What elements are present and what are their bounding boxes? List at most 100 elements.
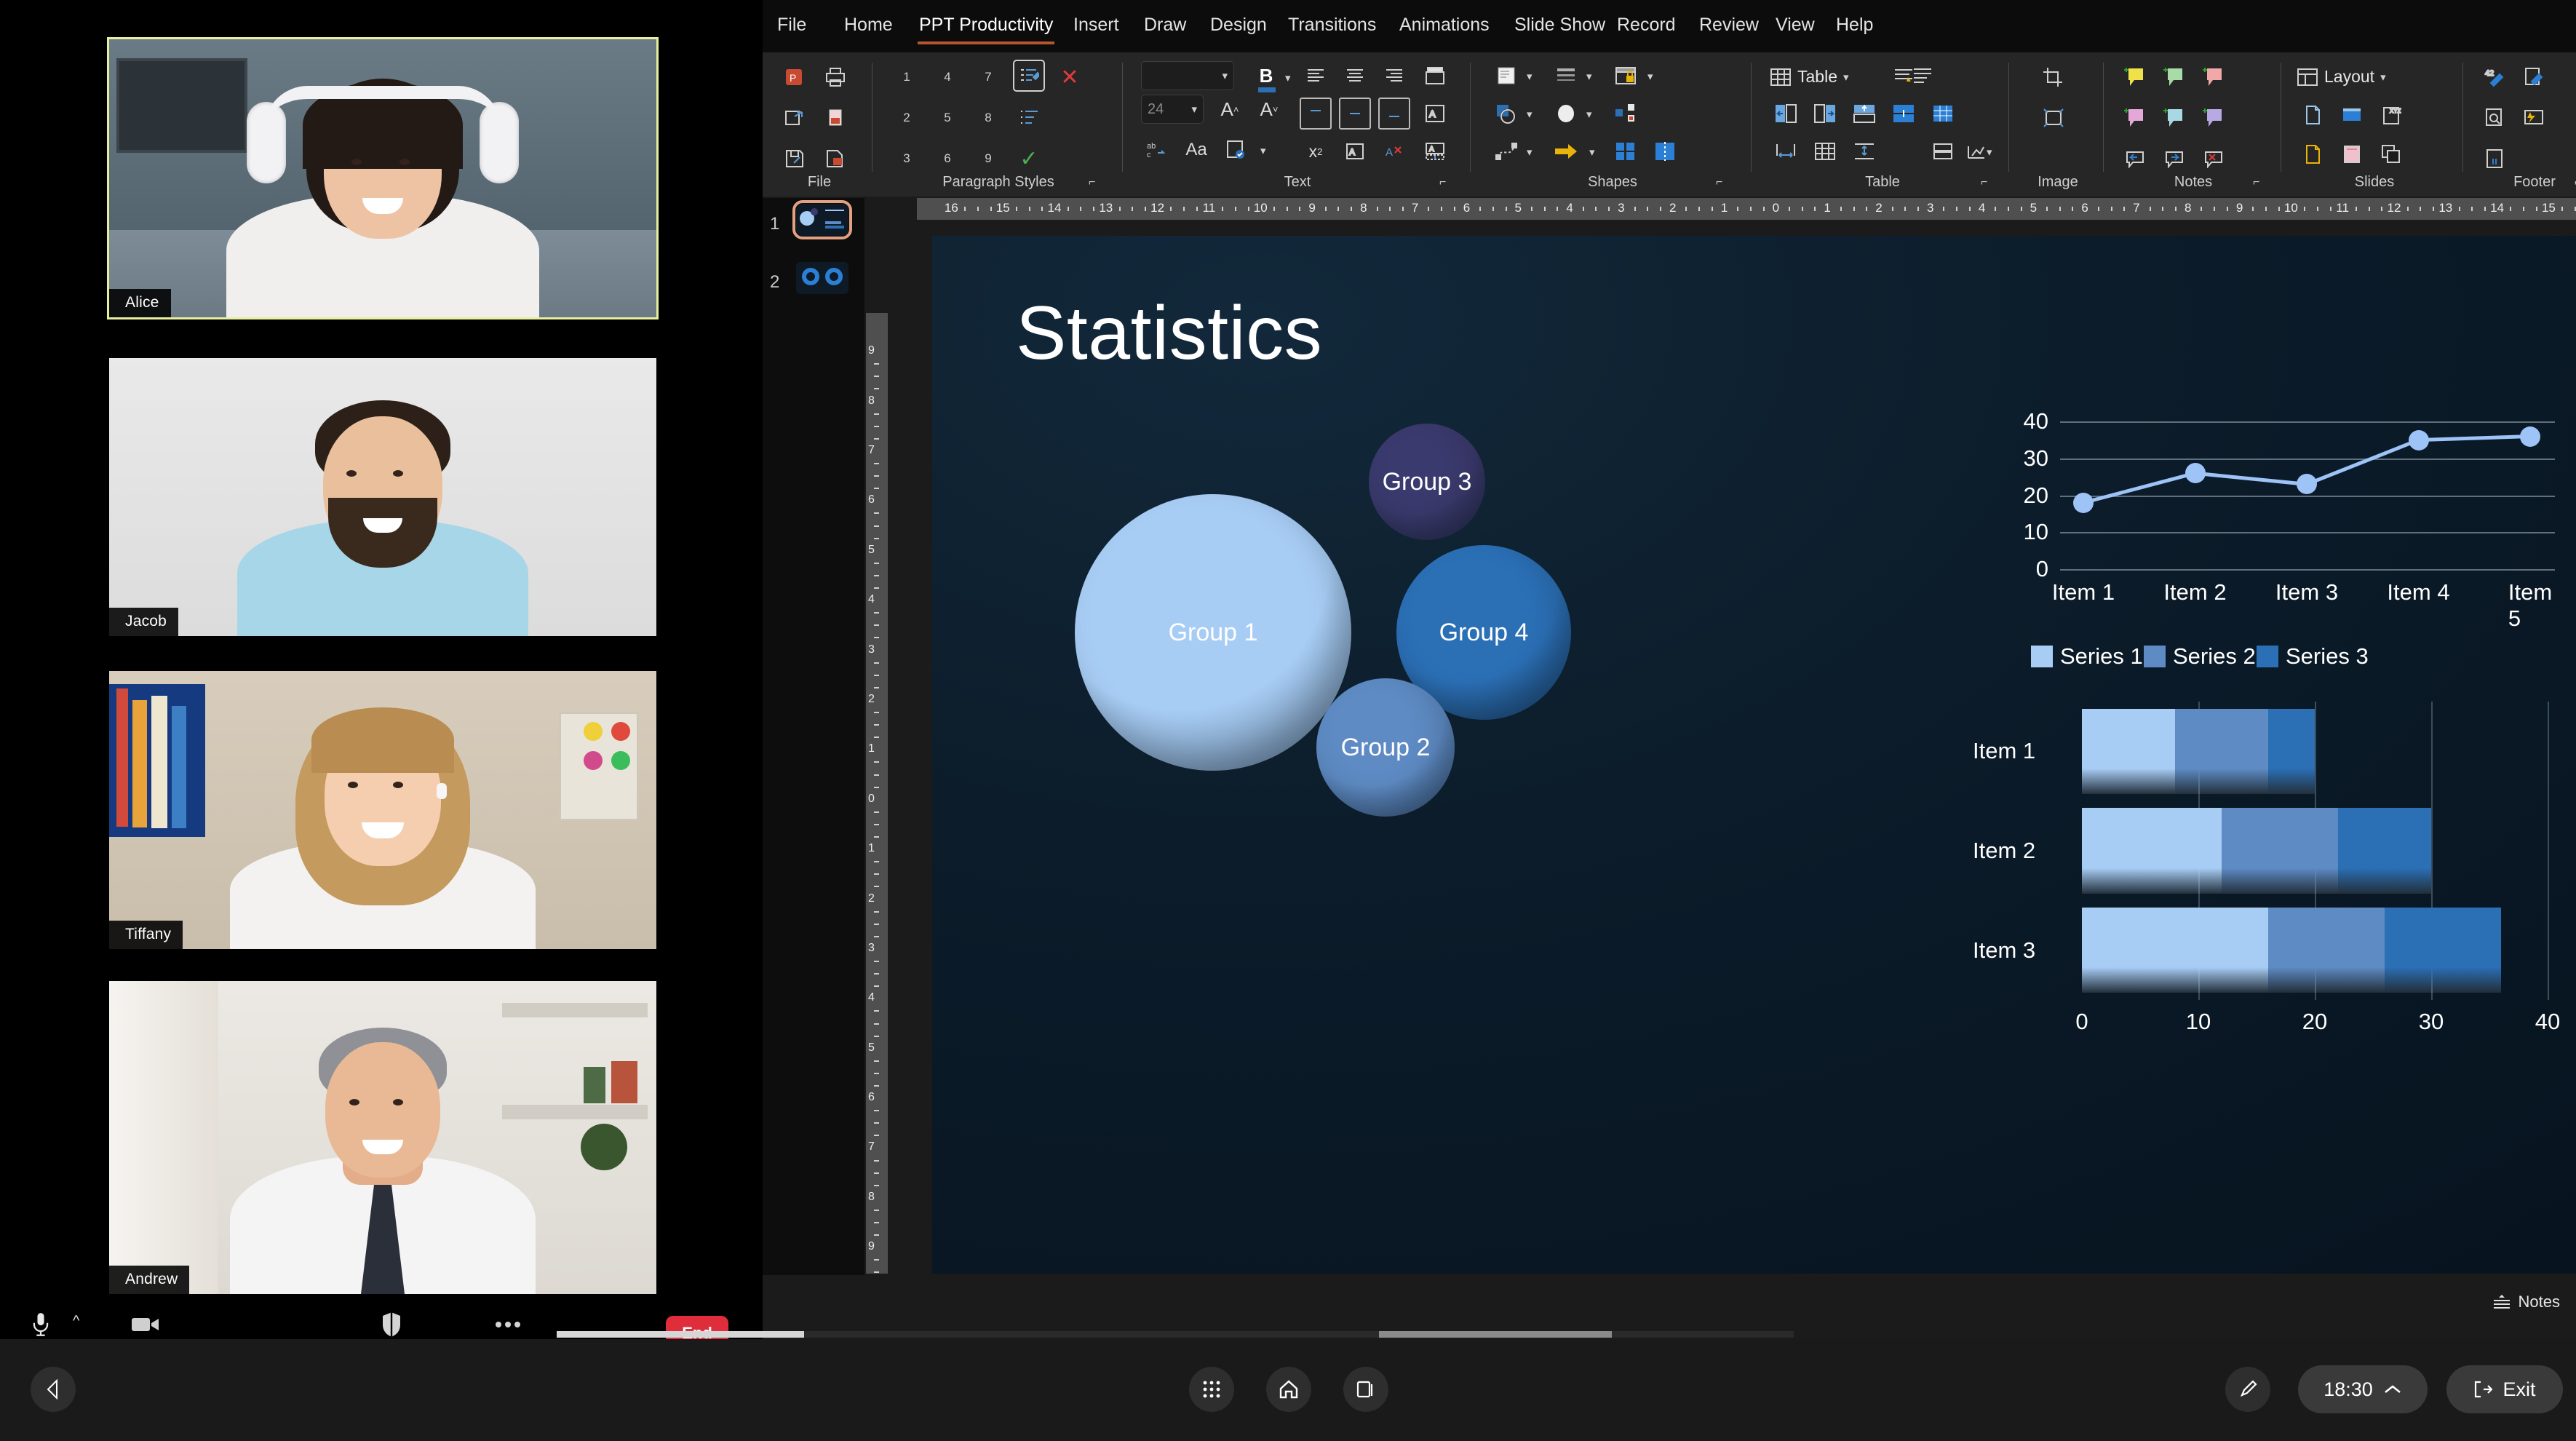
thumbnail-row-1[interactable]: 1 (770, 200, 857, 247)
previous-note-icon[interactable] (2119, 143, 2151, 175)
chevron-down-icon[interactable]: ▾ (1260, 144, 1266, 157)
notes-dialog-launcher[interactable]: ⌐ (2253, 176, 2259, 189)
chevron-down-icon[interactable]: ▾ (1987, 146, 1992, 159)
insert-row-above-icon[interactable] (1848, 98, 1880, 130)
bar-segment[interactable] (2175, 708, 2268, 795)
chevron-down-icon[interactable]: ▾ (1527, 146, 1533, 159)
slide-title[interactable]: Statistics (1016, 290, 1322, 377)
paragraph-style-2[interactable]: 2 (891, 102, 923, 134)
tab-ppt-productivity[interactable]: PPT Productivity (918, 12, 1055, 44)
horizontal-scrollbar-thumb-2[interactable] (1379, 1331, 1612, 1338)
ellipse-shape-icon[interactable] (1550, 98, 1582, 130)
chevron-down-icon[interactable]: ▾ (1222, 69, 1228, 82)
paragraph-style-7[interactable]: 7 (972, 61, 1004, 93)
footer-preview-icon[interactable] (2478, 102, 2511, 134)
tab-slide-show[interactable]: Slide Show (1513, 12, 1607, 39)
table-dialog-launcher[interactable]: ⌐ (1981, 176, 1987, 189)
shape-fill-icon[interactable] (1490, 60, 1522, 92)
chevron-down-icon[interactable]: ▾ (1527, 108, 1533, 121)
align-middle-icon[interactable] (1339, 98, 1371, 130)
bar-segment[interactable] (2082, 907, 2268, 993)
delete-note-icon[interactable] (2198, 143, 2230, 175)
shape-connector-icon[interactable] (1610, 98, 1642, 130)
export-pdf-icon[interactable] (819, 102, 851, 134)
thumbnail-row-2[interactable]: 2 (770, 262, 857, 306)
home-button[interactable] (1266, 1367, 1311, 1412)
tab-transitions[interactable]: Transitions (1287, 12, 1378, 39)
footer-settings-icon[interactable] (2478, 143, 2511, 175)
increase-font-size-icon[interactable]: A ˄ (1214, 93, 1246, 125)
slide-thumbnail-1[interactable] (792, 200, 852, 239)
insert-column-right-icon[interactable] (1809, 98, 1841, 130)
line-chart[interactable]: 40 30 20 10 0 Item 1 Item 2 Item 3 Item 4 Item 5 (2002, 408, 2555, 631)
note-cyan-icon[interactable] (2158, 102, 2190, 134)
participant-tile-tiffany[interactable]: Tiffany (109, 671, 656, 949)
tab-draw[interactable]: Draw (1142, 12, 1188, 39)
resize-table-icon[interactable] (1770, 135, 1802, 167)
shapes-dialog-launcher[interactable]: ⌐ (1716, 176, 1722, 189)
chevron-down-icon[interactable]: ▾ (1191, 103, 1197, 116)
bar-segment[interactable] (2268, 708, 2315, 795)
footer-quick-icon[interactable] (2518, 102, 2550, 134)
recent-apps-button[interactable] (1343, 1367, 1388, 1412)
bubble-group-1[interactable]: Group 1 (1075, 494, 1351, 771)
change-case-icon[interactable]: Aa (1180, 134, 1212, 166)
legend-item[interactable]: Series 2 (2144, 643, 2256, 670)
lock-shape-icon[interactable] (1610, 60, 1642, 92)
slide-layout-button[interactable]: Layout ▾ (2297, 67, 2386, 87)
slide-properties-icon[interactable] (2297, 138, 2329, 170)
legend-item[interactable]: Series 1 (2031, 643, 2143, 670)
exit-button[interactable]: Exit (2446, 1365, 2563, 1413)
note-pink-icon[interactable] (2198, 61, 2230, 93)
align-left-icon[interactable] (1300, 60, 1332, 92)
paragraph-style-9[interactable]: 9 (972, 143, 1004, 175)
clock-button[interactable]: 18:30 (2298, 1365, 2428, 1413)
bubble-group-3[interactable]: Group 3 (1369, 424, 1485, 540)
table-fill-icon[interactable] (1927, 98, 1959, 130)
new-slide-icon[interactable] (2297, 99, 2329, 131)
bar-segment[interactable] (2082, 708, 2175, 795)
slide-canvas[interactable]: Statistics Group 1 Group 3 Group 4 Group… (932, 236, 2576, 1274)
chevron-down-icon[interactable]: ▾ (1647, 70, 1653, 83)
bubble-group-2[interactable]: Group 2 (1316, 678, 1455, 817)
chevron-up-icon[interactable]: ^ (73, 1313, 79, 1330)
numbered-list-icon[interactable] (1013, 102, 1045, 134)
note-green-icon[interactable] (2158, 61, 2190, 93)
quick-table-icon[interactable] (1888, 98, 1920, 130)
resize-image-icon[interactable] (2038, 102, 2070, 134)
chevron-down-icon[interactable]: ▾ (2380, 71, 2386, 84)
notes-button[interactable]: Notes (2492, 1293, 2560, 1311)
table-grid-icon[interactable] (1809, 135, 1841, 167)
next-note-icon[interactable] (2158, 143, 2190, 175)
save-icon[interactable] (779, 143, 811, 175)
note-magenta-icon[interactable] (2119, 102, 2151, 134)
horizontal-scrollbar-track[interactable] (557, 1331, 1794, 1338)
slide-xyz-icon[interactable]: XYZ (2375, 99, 2407, 131)
bar-segment[interactable] (2385, 907, 2501, 993)
text-direction-icon[interactable]: A (1339, 135, 1371, 167)
chevron-down-icon[interactable]: ▾ (1589, 146, 1595, 159)
paragraph-dialog-launcher[interactable]: ⌐ (1089, 176, 1095, 189)
chevron-down-icon[interactable]: ▾ (1586, 108, 1592, 121)
print-icon[interactable] (819, 61, 851, 93)
participant-tile-alice[interactable]: Alice (107, 37, 659, 319)
tab-design[interactable]: Design (1209, 12, 1268, 39)
stacked-bar-chart[interactable]: Series 1 Series 2 Series 3 0 10 20 30 40 Item 1 I… (1973, 643, 2560, 1051)
tab-insert[interactable]: Insert (1072, 12, 1121, 39)
font-name-field[interactable]: ▾ (1141, 61, 1234, 90)
split-table-icon[interactable] (1927, 135, 1959, 167)
footer-number-icon[interactable]: 42 (2478, 61, 2511, 93)
align-top-icon[interactable] (1300, 98, 1332, 130)
word-art-icon[interactable]: A (1419, 98, 1451, 130)
data-point[interactable] (2073, 492, 2094, 513)
align-right-icon[interactable] (1378, 60, 1410, 92)
save-as-pdf-icon[interactable] (819, 143, 851, 175)
tab-file[interactable]: File (776, 12, 808, 39)
slide-theme-icon[interactable] (2336, 138, 2368, 170)
text-dialog-launcher[interactable]: ⌐ (1439, 176, 1446, 189)
bar-segment[interactable] (2222, 808, 2338, 894)
chevron-down-icon[interactable]: ▾ (1586, 70, 1592, 83)
tab-review[interactable]: Review (1698, 12, 1760, 39)
font-size-field[interactable]: 24 ▾ (1141, 95, 1204, 124)
data-point[interactable] (2408, 429, 2429, 450)
